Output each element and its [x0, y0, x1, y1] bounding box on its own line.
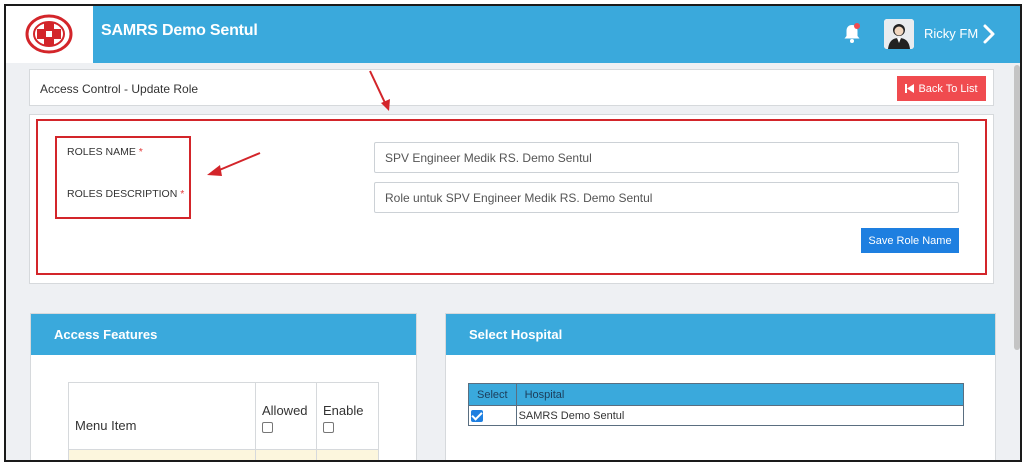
- column-allowed-label: Allowed: [262, 403, 308, 418]
- skip-back-icon: [905, 84, 915, 93]
- access-features-table: Menu Item Allowed Enable: [68, 382, 379, 460]
- column-hospital: Hospital: [515, 383, 965, 406]
- roles-description-label-text: ROLES DESCRIPTION: [67, 188, 178, 200]
- hospital-select-checkbox[interactable]: [471, 409, 483, 422]
- back-to-list-button[interactable]: Back To List: [897, 76, 986, 101]
- column-menu-item: Menu Item: [68, 382, 256, 450]
- roles-description-input[interactable]: [374, 182, 959, 213]
- hospital-table: Select Hospital SAMRS Demo Sentul: [468, 383, 965, 426]
- page-header: Access Control - Update Role Back To Lis…: [29, 69, 994, 106]
- table-row: [68, 449, 379, 460]
- app-title: SAMRS Demo Sentul: [101, 22, 258, 39]
- required-marker: *: [180, 188, 185, 200]
- chevron-right-icon[interactable]: [982, 23, 996, 45]
- avatar[interactable]: [884, 19, 914, 49]
- user-avatar-icon: [884, 19, 914, 49]
- top-navbar: SAMRS Demo Sentul Ricky FM: [6, 6, 1020, 63]
- select-hospital-title: Select Hospital: [446, 314, 995, 355]
- enable-all-checkbox[interactable]: [323, 422, 334, 433]
- access-features-panel: Access Features Menu Item Allowed Enable: [30, 313, 417, 460]
- roles-name-label: ROLES NAME *: [67, 146, 143, 158]
- access-features-title: Access Features: [31, 314, 416, 355]
- column-enable: Enable: [316, 382, 379, 450]
- user-name[interactable]: Ricky FM: [924, 26, 978, 41]
- required-marker: *: [138, 146, 143, 158]
- save-role-name-button[interactable]: Save Role Name: [861, 228, 959, 253]
- roles-name-input[interactable]: [374, 142, 959, 173]
- back-to-list-label: Back To List: [918, 82, 978, 95]
- table-row: SAMRS Demo Sentul: [468, 405, 965, 426]
- select-hospital-panel: Select Hospital Select Hospital SAMRS De…: [445, 313, 996, 460]
- hospital-logo-icon: [25, 14, 73, 54]
- logo-area: [6, 6, 93, 63]
- column-select: Select: [468, 383, 517, 406]
- allowed-all-checkbox[interactable]: [262, 422, 273, 433]
- vertical-scrollbar[interactable]: [1014, 65, 1020, 350]
- roles-name-label-text: ROLES NAME: [67, 146, 136, 158]
- column-enable-label: Enable: [323, 403, 364, 418]
- bell-icon[interactable]: [842, 22, 862, 44]
- hospital-name: SAMRS Demo Sentul: [515, 405, 965, 426]
- breadcrumb: Access Control - Update Role: [40, 82, 199, 96]
- roles-description-label: ROLES DESCRIPTION *: [67, 188, 184, 200]
- column-allowed: Allowed: [255, 382, 317, 450]
- app-window: SAMRS Demo Sentul Ricky FM Access Contro…: [4, 4, 1022, 462]
